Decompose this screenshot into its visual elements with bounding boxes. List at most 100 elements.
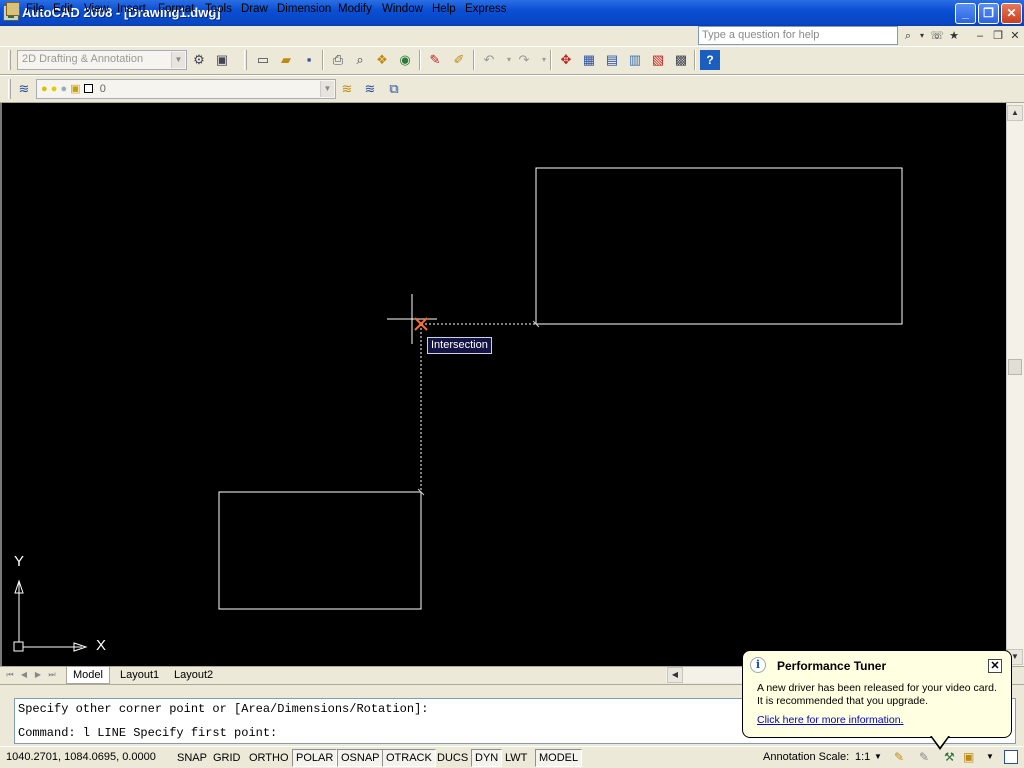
document-icon[interactable] [6,2,20,16]
menu-insert[interactable]: Insert [117,3,146,15]
dyn-toggle[interactable]: DYN [471,749,503,767]
close-button[interactable]: ✕ [1001,3,1022,24]
balloon-more-info-link[interactable]: Click here for more information. [757,714,903,726]
next-tab-icon[interactable]: ▶ [32,668,44,681]
ucs-y-label: Y [14,553,25,570]
qnew-icon[interactable]: ▭ [253,50,273,70]
tool-palettes-icon[interactable]: ▥ [625,50,645,70]
lwt-toggle[interactable]: LWT [501,749,531,767]
workspace-value: 2D Drafting & Annotation [22,53,144,65]
match-properties-icon[interactable]: ✐ [449,50,469,70]
communication-icon[interactable]: ⚒ [944,750,955,764]
search-dropdown-icon[interactable]: ▾ [914,28,930,44]
balloon-close-button[interactable]: ✕ [988,659,1002,673]
toolbar-grip[interactable] [8,50,11,70]
clean-screen-icon[interactable] [1004,750,1018,764]
info-icon: i [750,657,766,673]
ducs-toggle[interactable]: DUCS [433,749,472,767]
menu-format[interactable]: Format [158,3,194,15]
help-icon[interactable]: ? [700,50,720,70]
publish-icon[interactable]: ❖ [372,50,392,70]
properties-icon[interactable]: ▦ [579,50,599,70]
3d-dwf-icon[interactable]: ◉ [395,50,415,70]
balloon-text-line-2: It is recommended that you upgrade. [757,695,929,707]
menu-dimension[interactable]: Dimension [277,3,331,15]
prev-tab-icon[interactable]: ◀ [18,668,30,681]
tab-model[interactable]: Model [66,667,110,684]
auto-scale-icon[interactable]: ✎ [919,750,929,764]
save-icon[interactable]: ▪ [299,50,319,70]
redo-icon[interactable]: ↷ [514,50,534,70]
minimize-button[interactable]: _ [955,3,976,24]
scroll-up-arrow-icon[interactable]: ▲ [1007,105,1023,121]
drawing-svg [13,167,903,652]
first-tab-icon[interactable]: ⏮ [4,668,16,681]
menu-edit[interactable]: Edit [53,3,73,15]
toolbar-grip[interactable] [244,50,247,70]
scroll-left-arrow-icon[interactable]: ◀ [667,667,683,683]
toolbar-lock-icon[interactable]: ▣ [963,750,974,764]
command-line-2[interactable]: Command: l LINE Specify first point: [18,726,277,740]
calculator-icon[interactable]: ▩ [671,50,691,70]
menu-tools[interactable]: Tools [205,3,232,15]
doc-close-button[interactable]: ✕ [1007,28,1023,44]
workspace-combo[interactable]: 2D Drafting & Annotation ▼ [17,50,187,70]
plot-icon[interactable]: ⎙ [328,50,348,70]
doc-restore-button[interactable]: ❐ [990,28,1006,44]
tab-layout1[interactable]: Layout1 [114,667,165,684]
model-toggle[interactable]: MODEL [535,749,583,767]
polar-toggle[interactable]: POLAR [292,749,338,767]
status-menu-icon[interactable]: ▼ [986,752,994,761]
help-search-input[interactable]: Type a question for help [698,26,898,45]
make-current-icon[interactable]: ≋ [337,79,357,99]
open-icon[interactable]: ▰ [276,50,296,70]
ortho-toggle[interactable]: ORTHO [245,749,293,767]
rectangle-upper[interactable] [535,167,903,325]
vertical-scrollbar[interactable] [1006,103,1024,666]
plot-preview-icon[interactable]: ⌕ [350,50,370,70]
balloon-tail-inner [931,735,949,747]
balloon-title: Performance Tuner [777,659,887,673]
layer-combo[interactable]: ● ● ● ▣ 0 ▼ [36,79,336,99]
osnap-toggle[interactable]: OSNAP [337,749,384,767]
layer-properties-icon[interactable]: ≋ [14,79,34,99]
menu-file[interactable]: File [26,3,45,15]
otrack-toggle[interactable]: OTRACK [382,749,436,767]
communication-center-icon[interactable]: ☏ [929,28,945,44]
menu-draw[interactable]: Draw [241,3,268,15]
favorites-star-icon[interactable]: ★ [946,28,962,44]
snap-toggle[interactable]: SNAP [173,749,211,767]
chevron-down-icon[interactable]: ▼ [874,752,882,761]
last-tab-icon[interactable]: ⏭ [46,668,58,681]
toolbar-separator [419,50,421,70]
sheet-set-icon[interactable]: ▧ [648,50,668,70]
menu-window[interactable]: Window [382,3,423,15]
layer-previous-icon[interactable]: ≋ [360,79,380,99]
grid-toggle[interactable]: GRID [209,749,245,767]
annotation-visibility-icon[interactable]: ✎ [894,750,904,764]
toolbar-grip[interactable] [8,79,11,99]
cut-icon[interactable]: ✎ [425,50,445,70]
menu-view[interactable]: View [84,3,109,15]
doc-minimize-button[interactable]: – [972,28,988,44]
drawing-canvas[interactable]: X Y [0,103,1006,666]
workspace-settings-icon[interactable]: ⚙ [189,50,209,70]
vertical-scroll-thumb[interactable] [1008,359,1022,375]
menu-express[interactable]: Express [465,3,507,15]
designcenter-icon[interactable]: ▤ [602,50,622,70]
coordinate-readout[interactable]: 1040.2701, 1084.0695, 0.0000 [6,751,156,763]
menu-help[interactable]: Help [432,3,456,15]
annotation-scale-value[interactable]: 1:1 [855,751,870,763]
toolbar-separator [473,50,475,70]
workspaces-icon[interactable]: ▣ [212,50,232,70]
menu-modify[interactable]: Modify [338,3,372,15]
chevron-down-icon: ▼ [320,81,334,97]
undo-icon[interactable]: ↶ [479,50,499,70]
maximize-button[interactable]: ❐ [978,3,999,24]
pan-icon[interactable]: ✥ [556,50,576,70]
tab-layout2[interactable]: Layout2 [168,667,219,684]
toolbar-separator [550,50,552,70]
color-swatch-icon [83,84,93,93]
layer-states-icon[interactable]: ⧉ [384,79,404,99]
rectangle-lower[interactable] [218,491,422,610]
